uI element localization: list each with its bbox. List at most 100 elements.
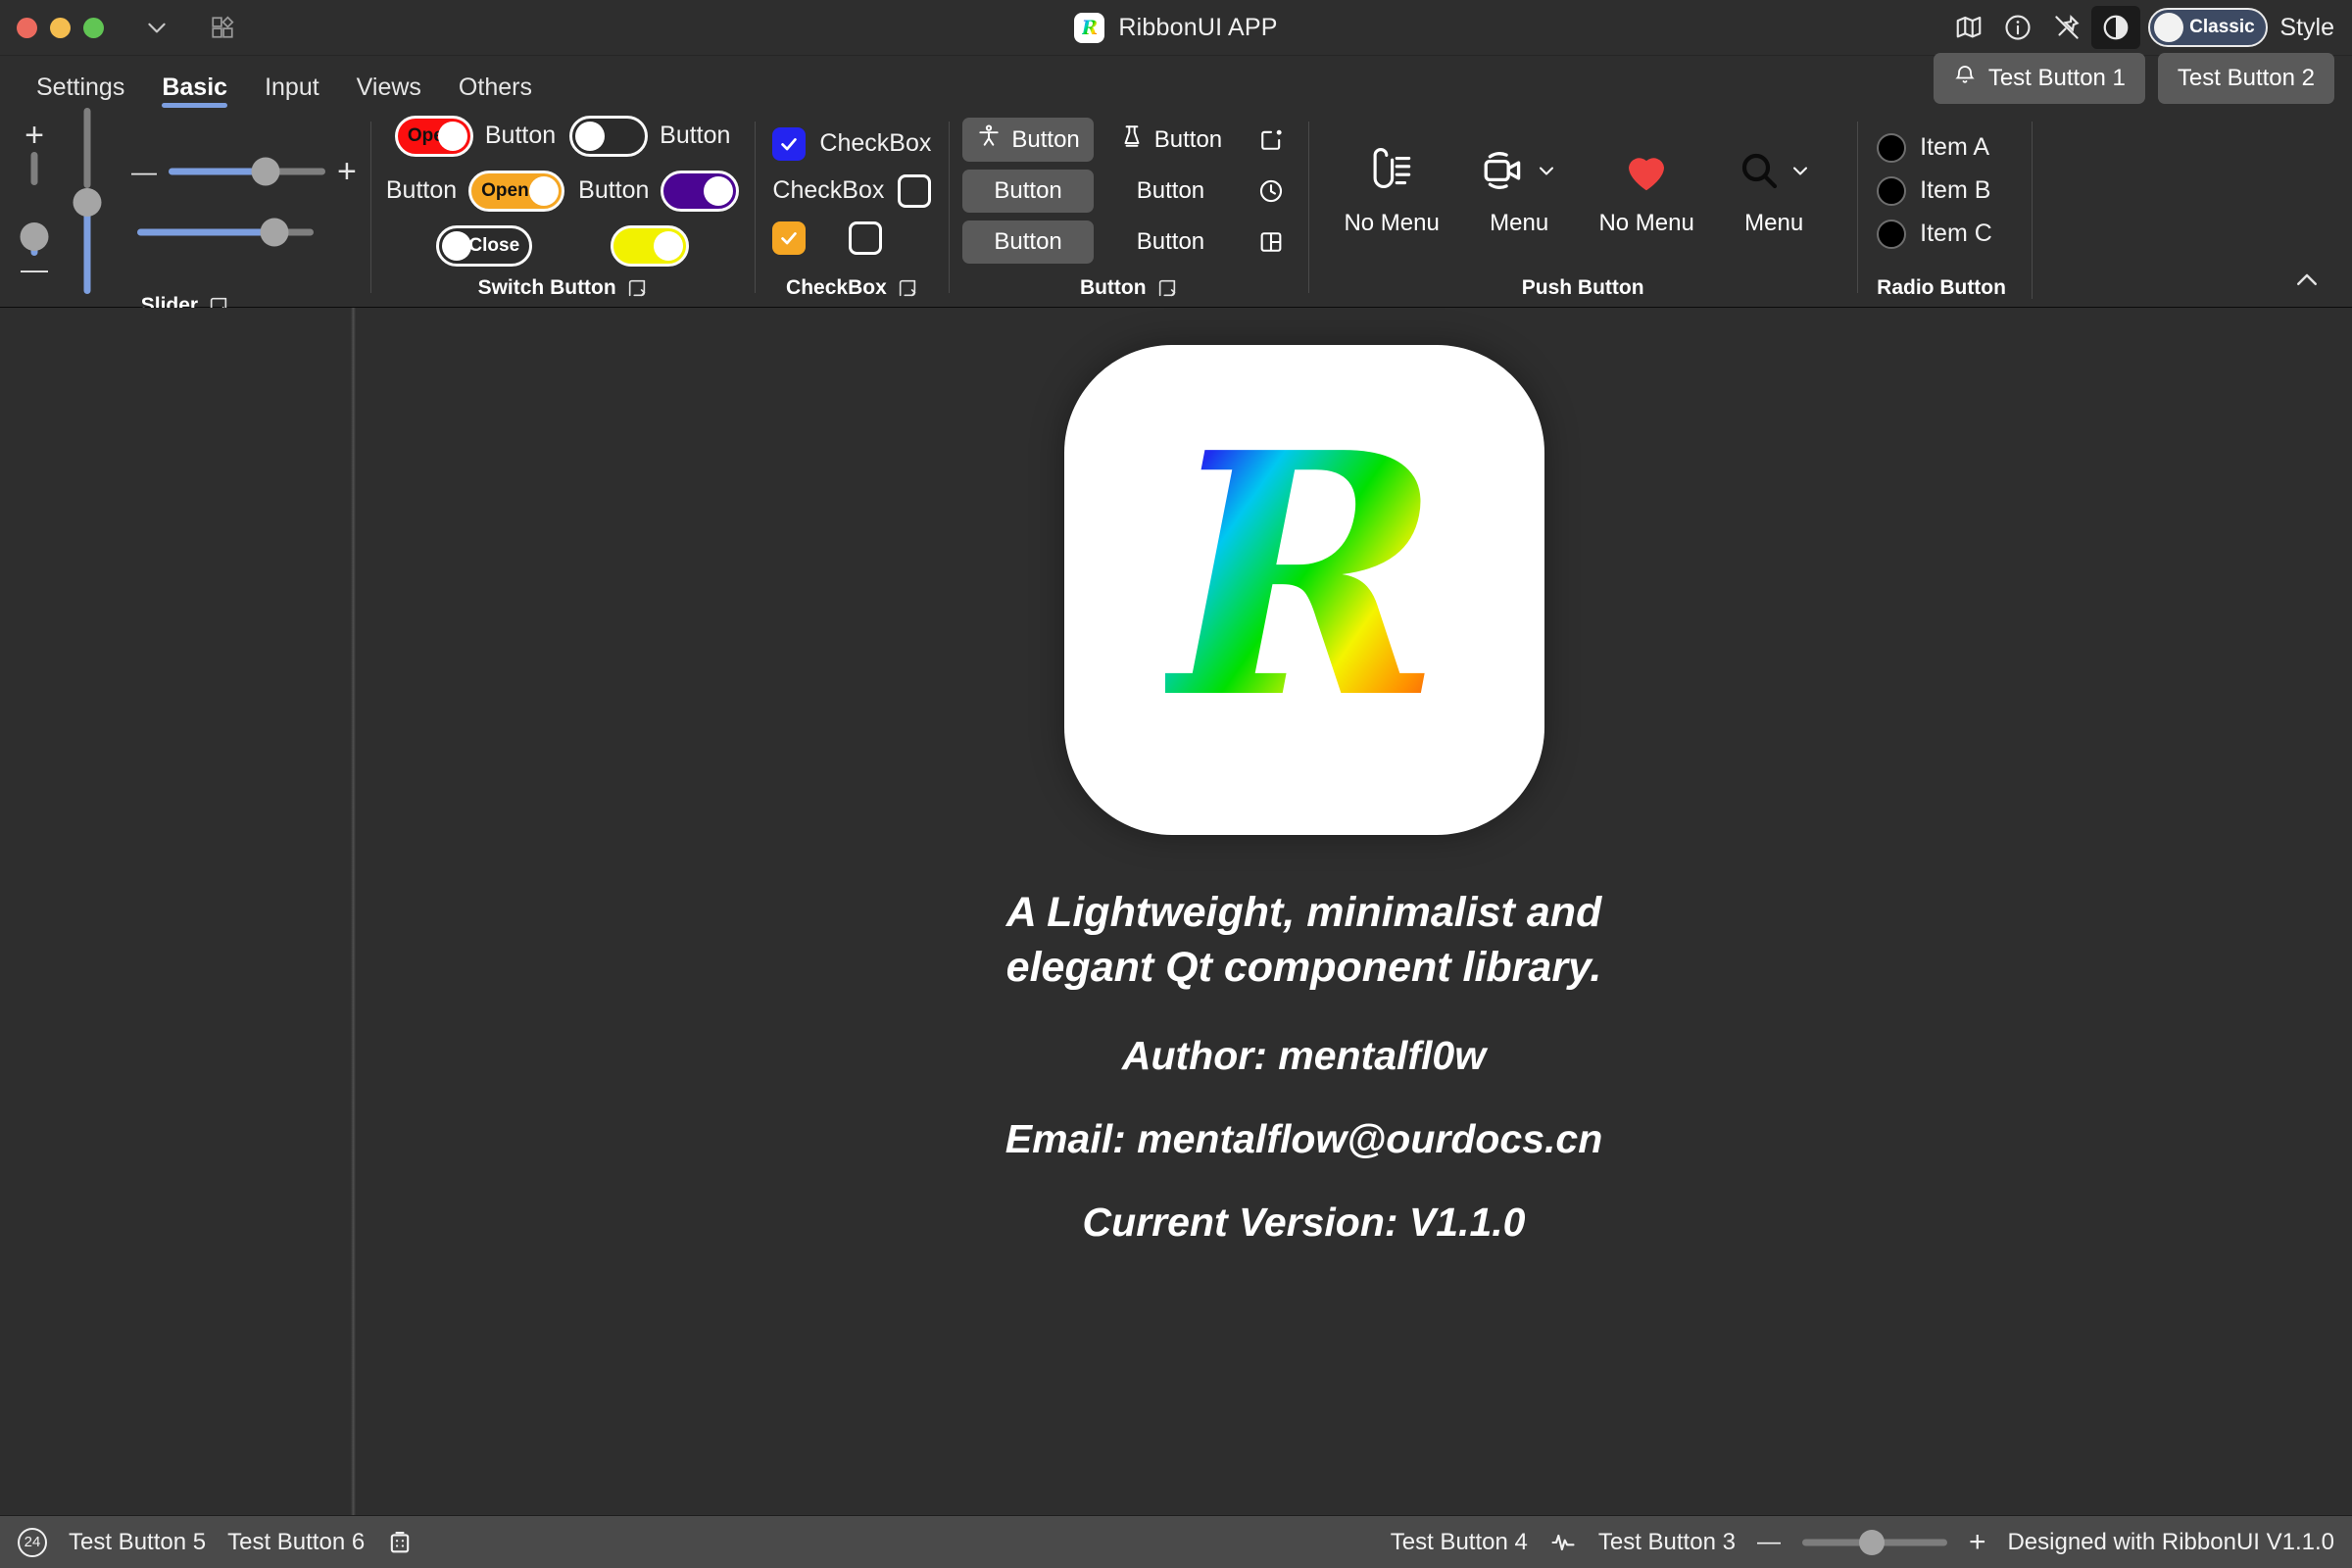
- checkbox-orange[interactable]: [772, 220, 807, 255]
- checkbox-empty-1[interactable]: [898, 173, 932, 208]
- info-icon[interactable]: [1993, 6, 2042, 49]
- radio-item-b[interactable]: Item B: [1877, 175, 1990, 206]
- author-line: Author: mentalfl0w: [1121, 1032, 1487, 1078]
- test-button-5[interactable]: Test Button 5: [69, 1529, 206, 1556]
- button-layout[interactable]: [1248, 220, 1295, 264]
- email-line: Email: mentalflow@ourdocs.cn: [1004, 1115, 1603, 1161]
- button-plain-1[interactable]: Button: [962, 170, 1094, 213]
- pulse-icon[interactable]: [1549, 1529, 1577, 1556]
- vertical-slider-1[interactable]: [12, 152, 57, 256]
- push-video[interactable]: Menu: [1465, 145, 1573, 237]
- ribbon: + — — + Slider Open Button Button Button…: [0, 108, 2352, 317]
- tab-others[interactable]: Others: [440, 73, 551, 108]
- slider-handle[interactable]: [251, 157, 280, 186]
- push-search-label: Menu: [1744, 209, 1804, 236]
- push-attachment[interactable]: No Menu: [1338, 145, 1446, 237]
- chevron-down-icon[interactable]: [1535, 159, 1558, 187]
- switch-orange[interactable]: Open: [468, 170, 565, 212]
- switch-orange-text: Open: [481, 179, 529, 201]
- button-flask[interactable]: Button: [1105, 118, 1236, 162]
- chevron-down-icon[interactable]: [136, 7, 177, 48]
- slider-handle[interactable]: [20, 222, 49, 251]
- badge-24-icon[interactable]: 24: [18, 1527, 47, 1557]
- contrast-icon[interactable]: [2091, 6, 2141, 49]
- chevron-down-icon[interactable]: [1788, 159, 1812, 187]
- map-icon[interactable]: [1944, 6, 1993, 49]
- maximize-window-button[interactable]: [83, 17, 104, 38]
- test-button-1[interactable]: Test Button 1: [1933, 53, 2145, 104]
- style-toggle[interactable]: Classic: [2148, 8, 2269, 47]
- bell-icon: [1953, 64, 1977, 94]
- tagline: A Lightweight, minimalist and elegant Qt…: [1006, 886, 1602, 996]
- tab-views[interactable]: Views: [338, 73, 440, 108]
- ribbon-group-checkbox: CheckBox CheckBox CheckBox: [755, 108, 949, 307]
- switch-red[interactable]: Open: [394, 115, 473, 157]
- widgets-icon[interactable]: [202, 7, 243, 48]
- tab-label: Views: [356, 74, 421, 101]
- close-window-button[interactable]: [17, 17, 37, 38]
- horizontal-slider-1[interactable]: [169, 157, 325, 186]
- test-button-2[interactable]: Test Button 2: [2157, 53, 2334, 104]
- push-search[interactable]: Menu: [1720, 145, 1828, 237]
- minus-icon[interactable]: —: [21, 256, 48, 283]
- footer-text: Designed with RibbonUI V1.1.0: [2007, 1528, 2334, 1555]
- slider-handle[interactable]: [73, 188, 102, 217]
- horizontal-slider-2[interactable]: [137, 218, 314, 247]
- switch-purple-label: Button: [578, 176, 650, 204]
- tab-input[interactable]: Input: [246, 73, 338, 108]
- tab-settings[interactable]: Settings: [18, 73, 143, 108]
- window-controls: [0, 7, 243, 48]
- zoom-out-icon[interactable]: —: [1757, 1530, 1781, 1554]
- button-plain-3[interactable]: Button: [962, 220, 1094, 264]
- radio-item-a[interactable]: Item A: [1877, 132, 1989, 163]
- button-accessibility[interactable]: Button: [962, 118, 1094, 162]
- group-footer-push: Push Button: [1308, 273, 1857, 307]
- zoom-in-icon[interactable]: +: [1969, 1527, 1986, 1557]
- calendar-grid-icon[interactable]: [386, 1529, 414, 1556]
- test-button-2-label: Test Button 2: [2177, 65, 2315, 91]
- test-button-6[interactable]: Test Button 6: [227, 1529, 365, 1556]
- app-logo-letter-large: R: [1165, 381, 1443, 772]
- version-line: Current Version: V1.1.0: [1082, 1199, 1526, 1245]
- dialog-launcher-icon[interactable]: [897, 277, 918, 299]
- test-button-3[interactable]: Test Button 3: [1598, 1529, 1736, 1556]
- chevron-up-icon[interactable]: [2289, 266, 2325, 295]
- group-footer-checkbox: CheckBox: [755, 273, 949, 307]
- zoom-handle[interactable]: [1858, 1529, 1885, 1555]
- slider-handle[interactable]: [260, 218, 289, 247]
- group-title-radio-button: Radio Button: [1877, 276, 2006, 299]
- zoom-slider[interactable]: [1801, 1529, 1947, 1556]
- group-footer-switch: Switch Button: [370, 273, 756, 307]
- status-bar-left: 24 Test Button 5 Test Button 6: [18, 1527, 414, 1557]
- heart-icon: [1620, 144, 1673, 202]
- unpin-icon[interactable]: [2042, 6, 2091, 49]
- switch-purple[interactable]: [661, 170, 740, 212]
- switch-close[interactable]: Close: [436, 224, 533, 267]
- minus-icon[interactable]: —: [131, 159, 157, 184]
- test-button-4[interactable]: Test Button 4: [1391, 1529, 1528, 1556]
- button-clock[interactable]: [1248, 170, 1295, 213]
- radio-item-c[interactable]: Item C: [1877, 219, 1992, 249]
- checkbox-blue[interactable]: [772, 126, 807, 161]
- tagline-line-2: elegant Qt component library.: [1005, 943, 1602, 991]
- tab-basic[interactable]: Basic: [143, 73, 246, 108]
- button-notification-square[interactable]: [1248, 119, 1295, 162]
- button-plain-4[interactable]: Button: [1105, 220, 1236, 264]
- vertical-slider-2[interactable]: [65, 108, 110, 294]
- dialog-launcher-icon[interactable]: [1156, 277, 1178, 299]
- plus-icon[interactable]: +: [24, 119, 44, 152]
- switch-orange-label: Button: [385, 176, 458, 204]
- status-bar: 24 Test Button 5 Test Button 6 Test Butt…: [0, 1515, 2352, 1568]
- push-heart[interactable]: No Menu: [1592, 145, 1700, 237]
- ribbon-group-radio-button: Item A Item B Item C Radio Button: [1857, 108, 2352, 307]
- dialog-launcher-icon[interactable]: [626, 277, 648, 299]
- checkbox-empty-2[interactable]: [849, 220, 883, 255]
- switch-row-3: Close: [436, 224, 690, 267]
- plus-icon[interactable]: +: [337, 155, 357, 188]
- minimize-window-button[interactable]: [50, 17, 71, 38]
- switch-yellow[interactable]: [611, 224, 690, 267]
- switch-dark[interactable]: [569, 115, 649, 157]
- button-plain-2[interactable]: Button: [1105, 170, 1236, 213]
- tagline-line-1: A Lightweight, minimalist and: [1005, 889, 1602, 936]
- tab-label: Basic: [162, 74, 228, 101]
